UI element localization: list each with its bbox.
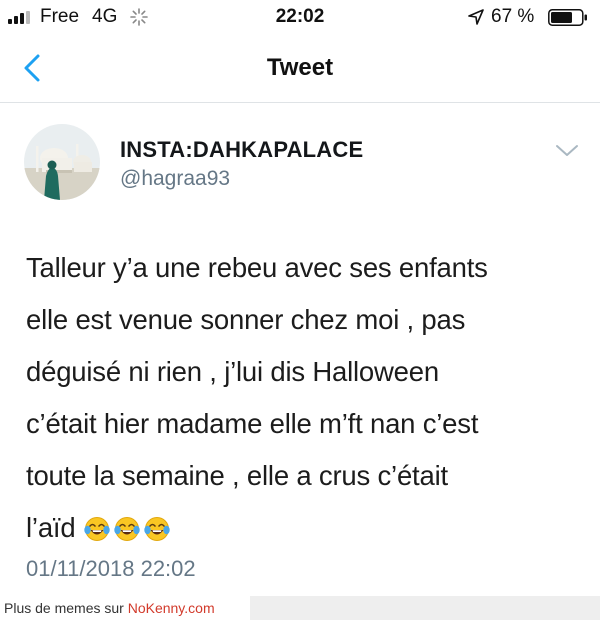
- footer-credit: Plus de memes sur NoKenny.com: [0, 596, 250, 620]
- user-handle[interactable]: @hagraa93: [120, 167, 230, 191]
- footer-bar: Plus de memes sur NoKenny.com: [0, 596, 600, 620]
- tweet-timestamp: 01/11/2018 22:02: [26, 556, 196, 581]
- tweet-text: Talleur y’a une rebeu avec ses enfants e…: [26, 252, 488, 543]
- page-title: Tweet: [266, 54, 334, 81]
- emoji-group: [83, 508, 173, 560]
- navigation-bar: Tweet: [0, 36, 600, 103]
- display-name[interactable]: INSTA:DAHKAPALACE: [120, 137, 363, 163]
- tears-of-joy-emoji: [84, 517, 111, 541]
- tears-of-joy-emoji: [114, 517, 141, 541]
- battery-percentage: 67 %: [491, 6, 535, 27]
- tears-of-joy-emoji: [144, 517, 171, 541]
- footer-text: Plus de memes sur NoKenny.com: [4, 600, 215, 616]
- chevron-down-icon[interactable]: [554, 140, 580, 160]
- tweet-body: Talleur y’a une rebeu avec ses enfants e…: [26, 242, 586, 560]
- status-bar: Free 4G 22:02 67 %: [0, 0, 600, 36]
- avatar[interactable]: [24, 124, 100, 200]
- battery-icon: [548, 9, 587, 26]
- location-arrow-icon: [468, 9, 484, 25]
- footer-label: Plus de memes sur: [4, 600, 128, 616]
- nokenny-link[interactable]: NoKenny.com: [128, 600, 215, 616]
